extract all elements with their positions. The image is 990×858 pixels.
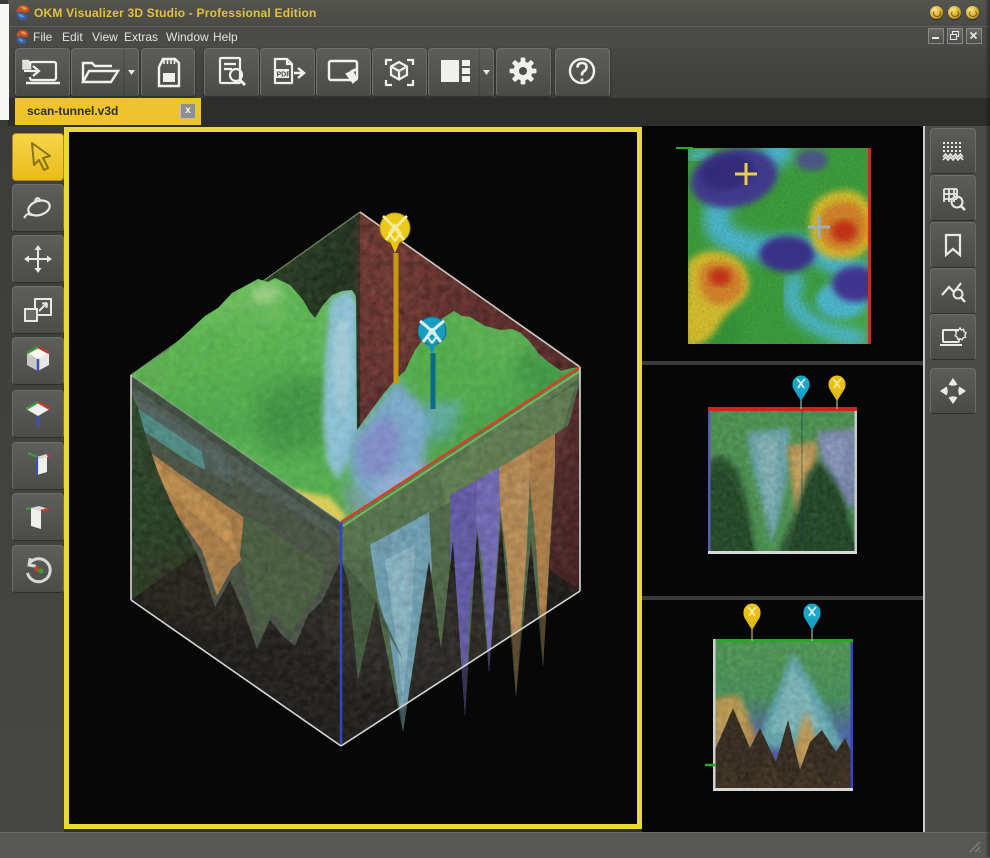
svg-text:PDF: PDF <box>277 72 292 79</box>
